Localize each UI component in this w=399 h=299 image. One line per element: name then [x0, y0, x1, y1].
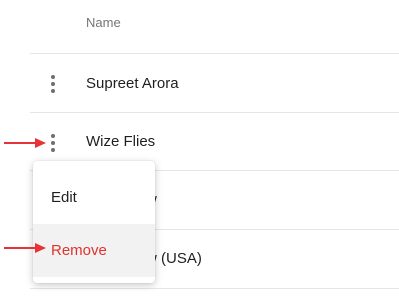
- more-vert-icon[interactable]: [46, 74, 60, 94]
- edit-menu-item[interactable]: Edit: [33, 171, 155, 224]
- name-column-header: Name: [86, 15, 121, 30]
- row-name-cell: Wize Flies: [86, 133, 156, 150]
- red-arrow-icon: [4, 243, 46, 253]
- more-vert-icon[interactable]: [46, 133, 60, 153]
- remove-menu-item[interactable]: Remove: [33, 224, 155, 277]
- header-divider: [30, 53, 399, 54]
- row-name-cell: Supreet Arora: [86, 75, 179, 92]
- row-actions-menu: Edit Remove: [33, 161, 155, 283]
- row-divider: [30, 112, 399, 113]
- row-divider: [30, 288, 399, 289]
- red-arrow-icon: [4, 138, 46, 148]
